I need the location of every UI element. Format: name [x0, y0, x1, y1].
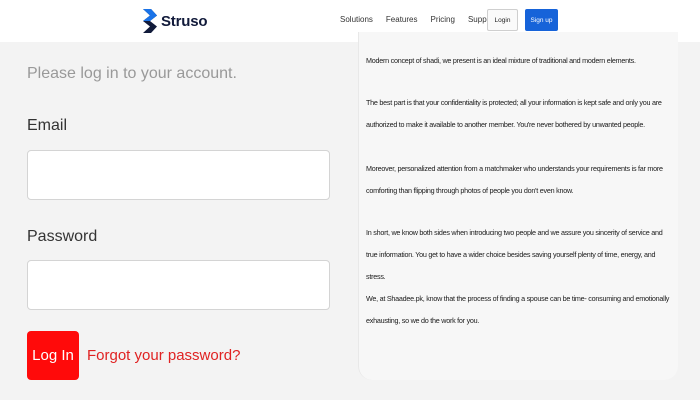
signup-button[interactable]: Sign up — [525, 9, 558, 31]
password-field[interactable] — [27, 260, 330, 310]
forgot-password-link[interactable]: Forgot your password? — [87, 347, 240, 364]
nav-pricing[interactable]: Pricing — [431, 15, 455, 24]
info-paragraph: The best part is that your confidentiali… — [366, 98, 662, 129]
nav-solutions[interactable]: Solutions — [340, 15, 373, 24]
email-label: Email — [27, 117, 68, 134]
email-field[interactable] — [27, 150, 330, 200]
password-label: Password — [27, 228, 98, 245]
login-button[interactable]: Login — [487, 9, 518, 31]
main-nav: Solutions Features Pricing Support — [340, 15, 509, 24]
info-paragraph: We, at Shaadee.pk, know that the process… — [366, 294, 670, 325]
brand-name: Struso — [161, 12, 208, 30]
info-paragraph: In short, we know both sides when introd… — [366, 228, 663, 281]
login-subtitle: Please log in to your account. — [27, 65, 237, 82]
nav-features[interactable]: Features — [386, 15, 418, 24]
info-paragraph: Modern concept of shadi, we present is a… — [366, 56, 636, 65]
brand-logo[interactable]: Struso — [142, 8, 208, 34]
info-paragraph: Moreover, personalized attention from a … — [366, 164, 663, 195]
struso-logo-icon — [143, 9, 157, 33]
login-submit-button[interactable]: Log In — [27, 331, 79, 380]
